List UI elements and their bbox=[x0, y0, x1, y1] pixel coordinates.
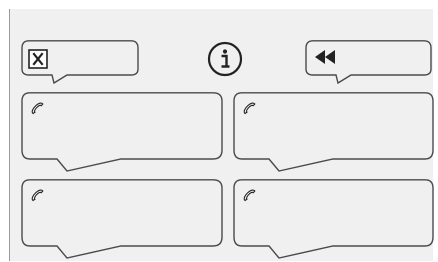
phone-handset-icon bbox=[31, 102, 44, 115]
phone-card-bubble bbox=[233, 179, 434, 259]
phone-card-2[interactable] bbox=[233, 92, 435, 172]
phone-handset-icon bbox=[31, 189, 44, 202]
phone-card-bubble bbox=[21, 92, 223, 172]
phone-card-1[interactable] bbox=[21, 92, 223, 172]
phone-card-4[interactable] bbox=[233, 179, 435, 259]
close-button[interactable] bbox=[21, 40, 139, 85]
phone-card-bubble bbox=[21, 179, 223, 259]
info-button[interactable] bbox=[207, 41, 243, 77]
phone-handset-icon bbox=[243, 189, 256, 202]
phone-handset-icon bbox=[243, 102, 256, 115]
rewind-button[interactable] bbox=[305, 40, 433, 85]
double-left-arrow-icon bbox=[315, 50, 335, 64]
phone-card-bubble bbox=[233, 92, 434, 172]
info-circle-icon bbox=[207, 41, 243, 77]
phone-card-3[interactable] bbox=[21, 179, 223, 259]
screen bbox=[9, 9, 435, 261]
close-x-icon bbox=[28, 49, 48, 69]
